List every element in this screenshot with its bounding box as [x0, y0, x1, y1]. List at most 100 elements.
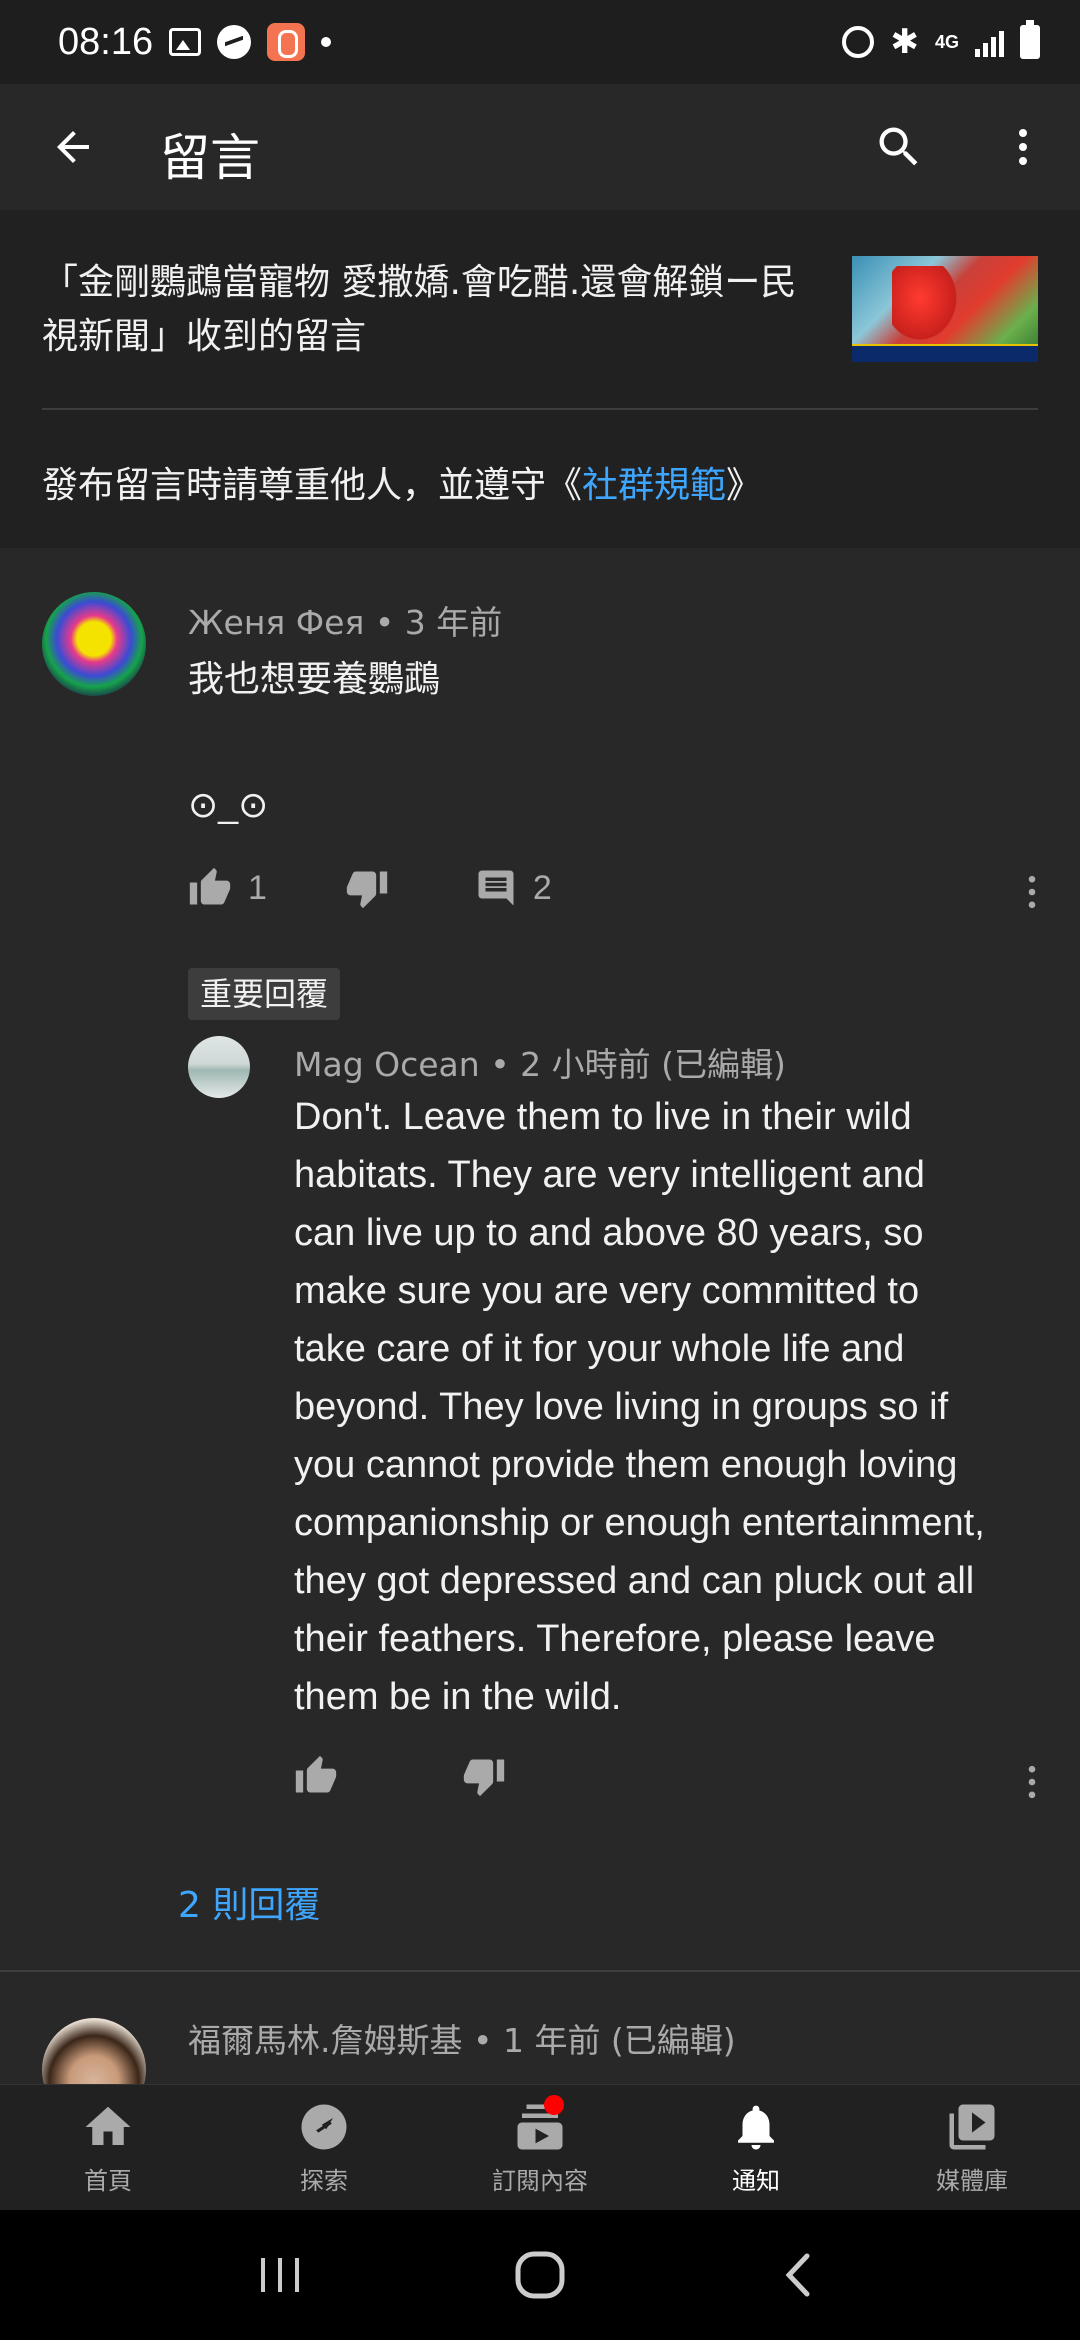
library-icon	[944, 2099, 1000, 2155]
reply-like-button[interactable]	[294, 1754, 338, 1798]
reply-text-line: you cannot provide them enough loving	[294, 1444, 958, 1486]
comment-author[interactable]: 福爾馬林.詹姆斯基	[188, 2021, 463, 2060]
thumbnail-parrot-image	[892, 266, 962, 346]
bottom-navigation: 首頁 探索 訂閱內容 通知 媒體庫	[0, 2084, 1080, 2210]
comments-header: 「金剛鸚鵡當寵物 愛撒嬌.會吃醋.還會解鎖ー民視新聞」收到的留言 發布留言時請尊…	[0, 210, 1080, 548]
divider	[42, 408, 1038, 410]
comment-time: 3 年前	[404, 603, 503, 642]
comment-actions: 1 2	[188, 866, 552, 910]
pinned-reply-badge: 重要回覆	[188, 968, 341, 1020]
app-bar: 留言	[0, 84, 1080, 210]
nav-label: 通知	[732, 2167, 780, 2195]
comment-text: 我也想要養鸚鵡	[188, 658, 441, 699]
status-right: ✱ 4G	[842, 20, 1040, 62]
reply-author[interactable]: Mag Ocean	[294, 1045, 480, 1084]
nav-label: 首頁	[84, 2167, 132, 2195]
guidelines-suffix: 》	[726, 465, 763, 506]
video-title[interactable]: 「金剛鸚鵡當寵物 愛撒嬌.會吃醋.還會解鎖ー民視新聞」收到的留言	[42, 256, 822, 364]
reply-text-line: they got depressed and can pluck out all	[294, 1560, 975, 1602]
reply-time: 2 小時前 (已編輯)	[520, 1045, 786, 1084]
system-navigation-bar	[0, 2210, 1080, 2340]
nav-home[interactable]: 首頁	[0, 2085, 216, 2210]
search-icon	[879, 127, 918, 166]
alarm-icon	[842, 26, 875, 58]
reply-text-line: can live up to and above 80 years, so	[294, 1212, 924, 1254]
system-back-button[interactable]	[760, 2235, 840, 2315]
messenger-notification-icon	[217, 25, 252, 59]
reply-text-line: beyond. They love living in groups so if	[294, 1386, 949, 1428]
reply-text-line: make sure you are very committed to	[294, 1270, 920, 1312]
bell-icon	[728, 2099, 784, 2155]
avatar[interactable]	[188, 1036, 250, 1098]
reply-button[interactable]: 2	[475, 867, 552, 909]
reply-more-button[interactable]	[1010, 1760, 1054, 1808]
nav-label: 訂閱內容	[492, 2167, 588, 2195]
search-button[interactable]	[866, 114, 932, 180]
reply-count: 2	[532, 868, 552, 907]
thumb-down-icon	[346, 871, 388, 909]
video-thumbnail[interactable]	[852, 256, 1038, 362]
comment-separator	[0, 1970, 1080, 1972]
comment-text-emoticon: ⊙_⊙	[188, 784, 269, 825]
comment-icon	[478, 870, 514, 906]
more-notifications-dot-icon	[321, 37, 332, 47]
thumbnail-news-banner	[852, 344, 1038, 362]
nav-label: 探索	[300, 2167, 348, 2195]
nav-subscriptions[interactable]: 訂閱內容	[432, 2085, 648, 2210]
reply-text-line: their feathers. Therefore, please leave	[294, 1618, 936, 1660]
status-left: 08:16	[58, 20, 332, 64]
comment-more-button[interactable]	[1010, 870, 1054, 918]
more-options-button[interactable]	[990, 114, 1056, 180]
subscriptions-icon	[512, 2095, 568, 2155]
guidelines-prefix: 發布留言時請尊重他人，並遵守《	[42, 465, 583, 506]
explore-icon	[296, 2099, 352, 2155]
signal-strength-icon	[975, 27, 1004, 57]
reply-text-line: habitats. They are very intelligent and	[294, 1154, 925, 1196]
app-notification-icon	[267, 23, 306, 61]
community-guidelines-notice: 發布留言時請尊重他人，並遵守《社群規範》	[42, 456, 762, 508]
reply-dislike-button[interactable]	[462, 1754, 506, 1798]
like-count: 1	[248, 868, 267, 907]
community-guidelines-link[interactable]: 社群規範	[582, 465, 726, 506]
arrow-back-icon	[57, 131, 89, 163]
home-button[interactable]	[500, 2235, 580, 2315]
reply-text-line: companionship or enough entertainment,	[294, 1502, 985, 1544]
view-replies-link[interactable]: 2 則回覆	[178, 1876, 320, 1928]
recent-apps-button[interactable]	[240, 2235, 320, 2315]
status-bar: 08:16 ✱ 4G	[0, 0, 1080, 84]
home-icon	[80, 2099, 136, 2155]
comment-meta: 福爾馬林.詹姆斯基 • 1 年前 (已編輯)	[188, 2021, 736, 2060]
like-button[interactable]: 1	[188, 866, 267, 910]
thumb-up-icon	[189, 867, 231, 905]
gallery-notification-icon	[169, 28, 202, 56]
comment-time: 1 年前 (已編輯)	[502, 2021, 736, 2060]
more-vert-icon	[1019, 129, 1027, 165]
nav-notifications[interactable]: 通知	[648, 2085, 864, 2210]
comment-author[interactable]: Женя Фея	[188, 603, 364, 642]
reply-text-line: Don't. Leave them to live in their wild	[294, 1096, 912, 1138]
reply-text-line: them be in the wild.	[294, 1676, 622, 1718]
bluetooth-icon: ✱	[890, 22, 919, 62]
new-content-dot	[544, 2095, 564, 2115]
avatar[interactable]	[42, 592, 146, 696]
dislike-button[interactable]	[345, 866, 389, 910]
more-vert-icon	[1028, 1765, 1036, 1799]
reply-actions	[294, 1754, 506, 1798]
nav-library[interactable]: 媒體庫	[864, 2085, 1080, 2210]
nav-label: 媒體庫	[936, 2167, 1008, 2195]
back-button[interactable]	[40, 114, 106, 180]
chevron-left-icon	[785, 2253, 810, 2297]
comment-meta: Женя Фея • 3 年前	[188, 603, 503, 642]
reply-text-line: take care of it for your whole life and	[294, 1328, 905, 1370]
status-time: 08:16	[58, 20, 154, 63]
thumb-up-icon	[295, 1755, 337, 1793]
home-circle-icon	[515, 2251, 565, 2299]
nav-explore[interactable]: 探索	[216, 2085, 432, 2210]
page-title: 留言	[160, 129, 260, 187]
more-vert-icon	[1028, 875, 1036, 909]
recent-apps-icon	[261, 2258, 299, 2292]
battery-icon	[1020, 20, 1040, 59]
network-type-label: 4G	[934, 32, 959, 52]
thumb-down-icon	[463, 1759, 505, 1797]
reply-meta: Mag Ocean • 2 小時前 (已編輯)	[294, 1045, 786, 1084]
